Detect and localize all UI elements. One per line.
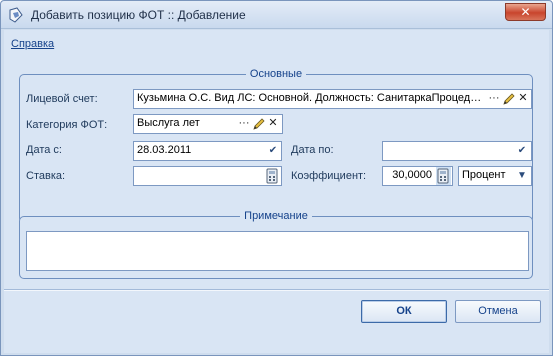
ok-button[interactable]: ОК [361, 300, 447, 323]
category-select-button[interactable]: ··· [237, 116, 251, 132]
account-value: Кузьмина О.С. Вид ЛС: Основной. Должност… [137, 92, 482, 104]
window-title: Добавить позицию ФОТ :: Добавление [31, 8, 246, 22]
coef-value: 30,0000 [392, 169, 432, 181]
ellipsis-icon: ··· [488, 92, 500, 104]
account-edit-icon[interactable] [502, 91, 516, 107]
account-label: Лицевой счет: [26, 93, 98, 105]
category-clear-button[interactable]: ✕ [266, 116, 280, 132]
rate-label: Ставка: [26, 170, 66, 182]
menu-help[interactable]: Справка [11, 38, 54, 50]
main-group-legend: Основные [249, 68, 303, 80]
dialog-window: Добавить позицию ФОТ :: Добавление ✕ Спр… [0, 0, 553, 356]
note-textarea[interactable] [26, 231, 529, 271]
date-to-field[interactable] [382, 141, 532, 161]
date-from-value: 28.03.2011 [137, 144, 192, 156]
account-field[interactable]: Кузьмина О.С. Вид ЛС: Основной. Должност… [133, 89, 532, 109]
rate-field[interactable] [133, 166, 282, 186]
close-window-button[interactable]: ✕ [505, 3, 546, 21]
note-group-legend: Примечание [244, 210, 308, 222]
menu-bar: Справка [4, 30, 549, 52]
chevron-down-icon: ✔ [268, 145, 278, 156]
chevron-down-icon: ✔ [517, 145, 527, 156]
account-select-button[interactable]: ··· [487, 91, 501, 107]
title-bar[interactable]: Добавить позицию ФОТ :: Добавление ✕ [1, 1, 552, 29]
app-icon [9, 7, 23, 23]
date-from-label: Дата с: [26, 144, 62, 156]
coef-label: Коэффициент: [291, 170, 367, 182]
date-to-dropdown[interactable]: ✔ [514, 142, 530, 160]
category-edit-icon[interactable] [252, 116, 266, 132]
ellipsis-icon: ··· [238, 117, 250, 129]
date-from-dropdown[interactable]: ✔ [265, 142, 281, 160]
coef-calculator-icon[interactable] [435, 167, 451, 185]
footer-divider-highlight [4, 290, 549, 291]
client-area: Справка Основные Лицевой счет: Кузьмина … [4, 30, 549, 353]
clear-icon: ✕ [518, 92, 528, 104]
date-from-field[interactable]: 28.03.2011 [133, 141, 282, 161]
unit-value: Процент [462, 169, 506, 181]
date-to-label: Дата по: [291, 144, 334, 156]
chevron-down-icon: ▼ [517, 170, 527, 181]
clear-icon: ✕ [268, 117, 278, 129]
cancel-button[interactable]: Отмена [455, 300, 541, 323]
category-value: Выслуга лет [137, 117, 200, 129]
category-label: Категория ФОТ: [26, 119, 108, 131]
rate-calculator-icon[interactable] [264, 167, 280, 185]
account-clear-button[interactable]: ✕ [516, 91, 530, 107]
unit-dropdown[interactable]: ▼ [514, 167, 530, 185]
close-icon: ✕ [520, 5, 531, 19]
